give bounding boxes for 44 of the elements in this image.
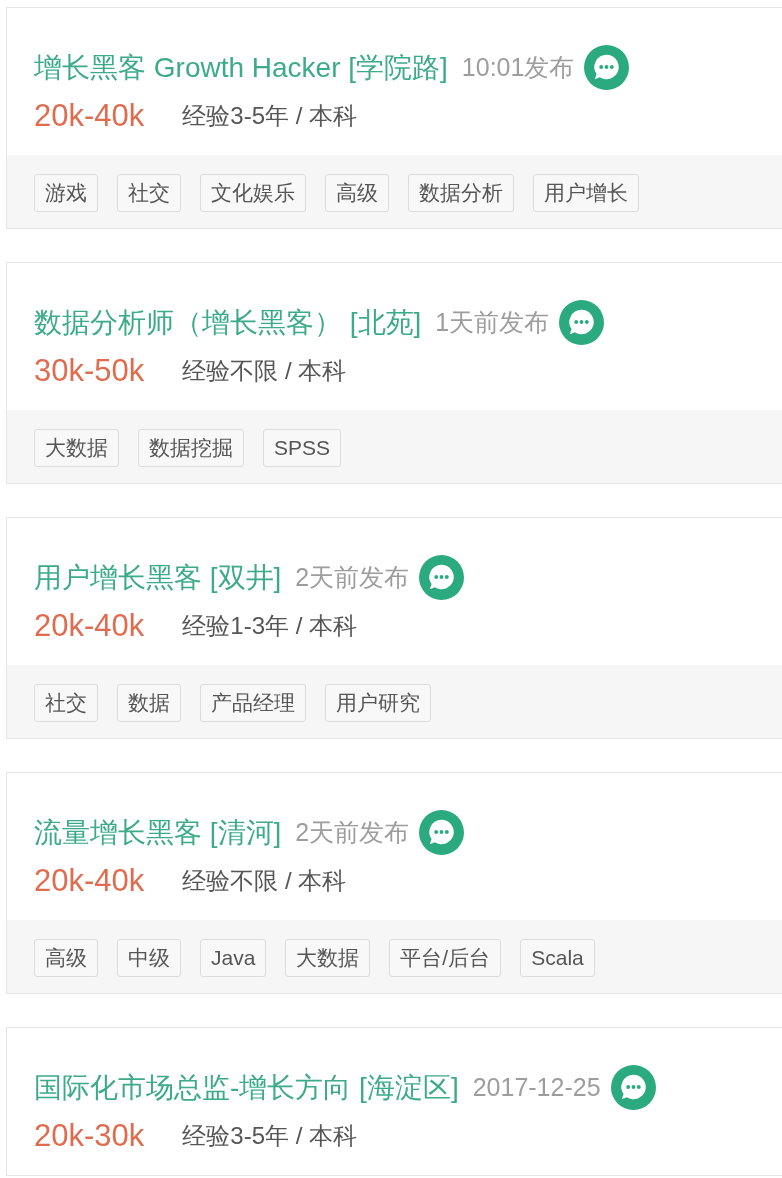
chat-icon[interactable] xyxy=(610,1065,656,1110)
job-tag: 用户增长 xyxy=(533,174,639,212)
salary-text: 20k-40k xyxy=(34,863,145,899)
job-tag: 社交 xyxy=(117,174,181,212)
job-tag: 产品经理 xyxy=(200,684,306,722)
post-time: 1天前发布 xyxy=(435,307,550,338)
job-tag: 社交 xyxy=(34,684,98,722)
job-tag: 数据挖掘 xyxy=(138,429,244,467)
job-tag: 游戏 xyxy=(34,174,98,212)
salary-text: 30k-50k xyxy=(34,353,145,389)
job-tag: Java xyxy=(200,939,267,977)
chat-icon[interactable] xyxy=(419,810,465,855)
job-tag: 数据 xyxy=(117,684,181,722)
requirements-text: 经验3-5年 / 本科 xyxy=(182,1121,357,1151)
chat-icon[interactable] xyxy=(559,300,605,345)
post-time: 10:01发布 xyxy=(461,52,575,83)
job-tag: 中级 xyxy=(117,939,181,977)
job-title[interactable]: 国际化市场总监-增长方向 [海淀区] xyxy=(34,1068,459,1107)
chat-icon[interactable] xyxy=(584,45,630,90)
job-title[interactable]: 增长黑客 Growth Hacker [学院路] xyxy=(34,48,448,87)
job-tag: 用户研究 xyxy=(325,684,431,722)
requirements-text: 经验1-3年 / 本科 xyxy=(182,611,357,641)
job-tag: 文化娱乐 xyxy=(200,174,306,212)
chat-icon[interactable] xyxy=(419,555,465,600)
job-tag: 大数据 xyxy=(285,939,371,977)
job-title[interactable]: 用户增长黑客 [双井] xyxy=(34,558,282,597)
job-title[interactable]: 流量增长黑客 [清河] xyxy=(34,813,282,852)
job-title[interactable]: 数据分析师（增长黑客） [北苑] xyxy=(34,303,422,342)
post-time: 2017-12-25 xyxy=(472,1073,601,1102)
job-tag: Scala xyxy=(520,939,595,977)
job-tag: 高级 xyxy=(325,174,389,212)
job-tag: 高级 xyxy=(34,939,98,977)
salary-text: 20k-40k xyxy=(34,98,145,134)
requirements-text: 经验3-5年 / 本科 xyxy=(182,101,357,131)
job-tag: 平台/后台 xyxy=(389,939,502,977)
post-time: 2天前发布 xyxy=(295,817,410,848)
salary-text: 20k-30k xyxy=(34,1118,145,1154)
post-time: 2天前发布 xyxy=(295,562,410,593)
requirements-text: 经验不限 / 本科 xyxy=(182,356,347,386)
requirements-text: 经验不限 / 本科 xyxy=(182,866,347,896)
job-tag: SPSS xyxy=(263,429,342,467)
job-tag: 数据分析 xyxy=(408,174,514,212)
job-tag: 大数据 xyxy=(34,429,119,467)
salary-text: 20k-40k xyxy=(34,608,145,644)
